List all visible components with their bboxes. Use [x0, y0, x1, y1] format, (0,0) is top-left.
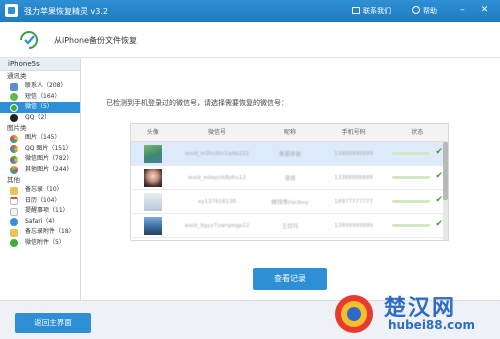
sidebar-item-photos[interactable]: 图片（145） — [0, 133, 80, 144]
wechat-id-cell: wxid_9gyy7uwnpegp22 — [184, 222, 250, 229]
avatar — [143, 168, 162, 187]
wechat-photos-icon — [10, 155, 18, 164]
qq-icon — [10, 114, 18, 122]
app-logo-icon — [5, 4, 18, 17]
title-bar: 强力苹果恢复精灵 v3.2 联系我们 帮助 – ✕ — [0, 0, 500, 22]
nickname-cell: 王目玛 — [281, 223, 299, 230]
section-images: 图片类 — [7, 124, 27, 132]
contact-us-label: 联系我们 — [363, 7, 391, 15]
phone-cell: 13999999999 — [334, 222, 373, 229]
status-cell: ✔ — [386, 214, 448, 238]
avatar — [143, 144, 162, 163]
table-row[interactable]: xy137916138 瞰钱悸(lai)bvy 18977777777 ✔ — [131, 190, 448, 214]
nickname-cell: 瞰钱悸(lai)bvy — [271, 199, 309, 206]
table-scrollbar[interactable] — [443, 142, 448, 240]
status-cell: ✔ — [386, 142, 448, 166]
section-other: 其他 — [7, 176, 20, 184]
column-phone: 手机号码 — [341, 129, 366, 136]
column-status: 状态 — [411, 129, 424, 136]
wechat-id-cell: wxid_edwpvk8jdtu12 — [187, 174, 246, 181]
status-bar — [392, 199, 431, 203]
wechat-id-cell: xy137916138 — [197, 198, 236, 205]
wechat-attachments-icon — [10, 239, 18, 247]
minimize-button[interactable]: – — [456, 4, 469, 17]
sidebar-item-calendar[interactable]: 日历（104） — [0, 196, 80, 207]
check-icon: ✔ — [435, 218, 443, 229]
view-records-button[interactable]: 查看记录 — [253, 268, 327, 290]
notes-icon — [10, 186, 18, 195]
contact-icon — [352, 7, 360, 14]
table-row[interactable]: wxid_m3hs9m1q4b222 蒂慕移彼 13999999999 ✔ — [131, 142, 448, 166]
column-wechat-id: 微信号 — [207, 129, 226, 136]
select-account-prompt: 已检测到手机登录过的微信号，请选择需要恢复的微信号： — [106, 99, 288, 107]
contact-us-button[interactable]: 联系我们 — [352, 6, 391, 16]
table-row[interactable]: wxid_9gyy7uwnpegp22 王目玛 13999999999 ✔ — [131, 214, 448, 238]
wechat-id-cell: wxid_m3hs9m1q4b222 — [184, 150, 249, 157]
reminders-icon — [10, 207, 18, 216]
status-bar — [392, 175, 431, 179]
watermark-url: hubei88.com — [388, 318, 476, 332]
nickname-cell: 谊瑶 — [284, 175, 296, 182]
wechat-icon — [10, 103, 18, 112]
sidebar-item-sms[interactable]: 短信（164） — [0, 92, 80, 103]
help-icon — [412, 6, 420, 14]
sidebar-item-reminders[interactable]: 提醒事项（11） — [0, 206, 80, 217]
main-panel: 已检测到手机登录过的微信号，请选择需要恢复的微信号： 头像 微信号 昵称 手机号… — [82, 58, 500, 300]
other-photos-icon — [10, 166, 18, 174]
check-icon: ✔ — [435, 170, 443, 181]
section-communication: 通讯类 — [7, 72, 27, 80]
header: 从iPhone备份文件恢复 — [0, 22, 500, 58]
back-to-main-button[interactable]: 返回主界面 — [15, 313, 91, 333]
close-button[interactable]: ✕ — [478, 4, 491, 17]
table-header: 头像 微信号 昵称 手机号码 状态 — [131, 124, 448, 142]
phone-cell: 13999999999 — [334, 150, 373, 157]
device-name: iPhone5s — [0, 58, 80, 71]
phone-cell: 18977777777 — [334, 198, 373, 205]
calendar-icon — [10, 197, 18, 205]
safari-icon — [10, 218, 18, 226]
help-button[interactable]: 帮助 — [412, 6, 437, 16]
sidebar-item-other-photos[interactable]: 其他图片（244） — [0, 165, 80, 176]
scrollbar-thumb[interactable] — [443, 142, 448, 200]
backup-restore-icon — [20, 31, 38, 49]
status-bar — [392, 151, 431, 155]
sidebar: iPhone5s 通讯类 联系人（208） 短信（164） 微信（5） QQ（2… — [0, 58, 81, 300]
sms-icon — [10, 93, 18, 101]
status-cell: ✔ — [386, 190, 448, 214]
sidebar-item-safari[interactable]: Safari（4） — [0, 217, 80, 228]
sidebar-item-qq[interactable]: QQ（2） — [0, 113, 80, 124]
phone-cell: 13388888888 — [334, 174, 373, 181]
contacts-icon — [10, 82, 18, 91]
wechat-account-table: 头像 微信号 昵称 手机号码 状态 wxid_m3hs9m1q4b222 蒂慕移… — [130, 123, 449, 241]
column-avatar: 头像 — [146, 129, 159, 136]
status-bar — [392, 223, 431, 227]
sidebar-item-notes[interactable]: 备忘录（10） — [0, 185, 80, 196]
photos-icon — [10, 134, 18, 143]
nickname-cell: 蒂慕移彼 — [278, 151, 301, 158]
help-label: 帮助 — [423, 7, 437, 15]
status-cell: ✔ — [386, 166, 448, 190]
qq-photos-icon — [10, 145, 18, 153]
notes-attachments-icon — [10, 228, 18, 237]
sidebar-item-contacts[interactable]: 联系人（208） — [0, 81, 80, 92]
sidebar-item-notes-attachments[interactable]: 备忘录附件（18） — [0, 227, 80, 238]
sidebar-item-qq-photos[interactable]: QQ 图片（151） — [0, 144, 80, 155]
check-icon: ✔ — [435, 146, 443, 157]
sidebar-item-wechat-attachments[interactable]: 微信附件（5） — [0, 238, 80, 249]
watermark: 楚汉网 hubei88.com — [328, 288, 500, 339]
page-subtitle: 从iPhone备份文件恢复 — [54, 36, 138, 45]
avatar — [143, 192, 162, 211]
app-title: 强力苹果恢复精灵 v3.2 — [24, 7, 108, 16]
avatar — [143, 216, 162, 235]
column-nickname: 昵称 — [283, 129, 296, 136]
check-icon: ✔ — [435, 194, 443, 205]
table-row[interactable]: wxid_edwpvk8jdtu12 谊瑶 13388888888 ✔ — [131, 166, 448, 190]
sidebar-item-wechat-photos[interactable]: 微信图片（782） — [0, 154, 80, 165]
sidebar-item-wechat[interactable]: 微信（5） — [0, 102, 80, 113]
watermark-logo-icon — [335, 295, 373, 333]
